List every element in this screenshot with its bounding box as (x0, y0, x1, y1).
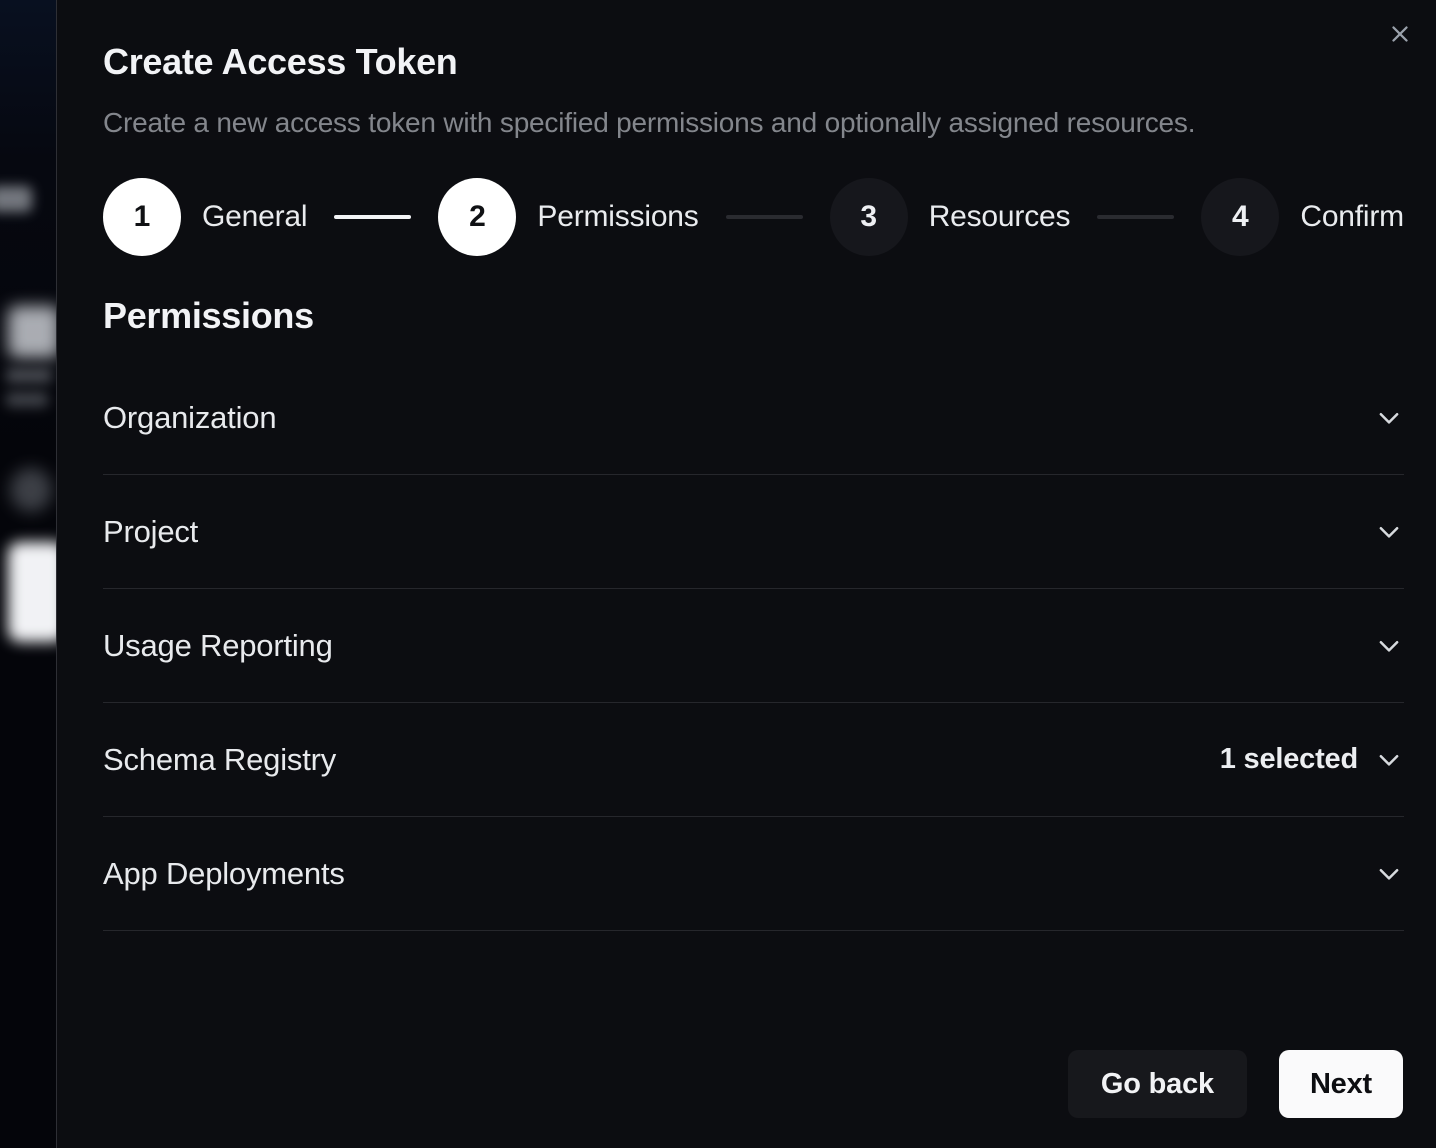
step-label: Resources (929, 200, 1071, 234)
stepper-step-permissions[interactable]: 2 Permissions (438, 178, 698, 256)
background-blur-shape (10, 468, 52, 512)
step-number-badge: 3 (830, 178, 908, 256)
background-blur-shape (0, 186, 32, 212)
chevron-down-icon (1374, 631, 1404, 661)
step-connector (726, 215, 803, 219)
modal-footer: Go back Next (1068, 1050, 1403, 1118)
step-number-badge: 2 (438, 178, 516, 256)
next-button[interactable]: Next (1279, 1050, 1403, 1118)
chevron-down-icon (1374, 517, 1404, 547)
step-label: Confirm (1300, 200, 1404, 234)
wizard-stepper: 1 General 2 Permissions 3 Resources 4 Co… (103, 178, 1404, 256)
background-blur-shape (6, 368, 52, 383)
accordion-row-organization[interactable]: Organization (103, 361, 1404, 475)
close-button[interactable] (1382, 16, 1418, 52)
step-number-badge: 4 (1201, 178, 1279, 256)
background-blur-shape (8, 306, 56, 358)
modal-subtitle: Create a new access token with specified… (103, 107, 1195, 139)
background-blur-shape (6, 392, 48, 407)
go-back-button[interactable]: Go back (1068, 1050, 1247, 1118)
accordion-row-app-deployments[interactable]: App Deployments (103, 817, 1404, 931)
close-icon (1387, 21, 1413, 47)
section-label: Project (103, 514, 1374, 550)
step-connector (334, 215, 411, 219)
permissions-accordion: Organization Project Usage Rep (103, 361, 1404, 931)
modal-title: Create Access Token (103, 41, 457, 83)
section-label: App Deployments (103, 856, 1374, 892)
accordion-row-schema-registry[interactable]: Schema Registry 1 selected (103, 703, 1404, 817)
accordion-row-usage-reporting[interactable]: Usage Reporting (103, 589, 1404, 703)
chevron-down-icon (1374, 859, 1404, 889)
page-title: Permissions (103, 295, 314, 337)
section-label: Schema Registry (103, 742, 1220, 778)
background-app-strip (0, 0, 56, 1148)
step-label: Permissions (537, 200, 698, 234)
accordion-row-project[interactable]: Project (103, 475, 1404, 589)
step-label: General (202, 200, 307, 234)
stepper-step-general[interactable]: 1 General (103, 178, 307, 256)
stepper-step-resources: 3 Resources (830, 178, 1071, 256)
chevron-down-icon (1374, 745, 1404, 775)
background-blur-shape (8, 542, 56, 642)
section-label: Organization (103, 400, 1374, 436)
screen: Create Access Token Create a new access … (0, 0, 1436, 1148)
step-number-badge: 1 (103, 178, 181, 256)
selection-count: 1 selected (1220, 743, 1358, 776)
section-label: Usage Reporting (103, 628, 1374, 664)
step-connector (1097, 215, 1174, 219)
chevron-down-icon (1374, 403, 1404, 433)
stepper-step-confirm: 4 Confirm (1201, 178, 1404, 256)
create-access-token-modal: Create Access Token Create a new access … (56, 0, 1436, 1148)
